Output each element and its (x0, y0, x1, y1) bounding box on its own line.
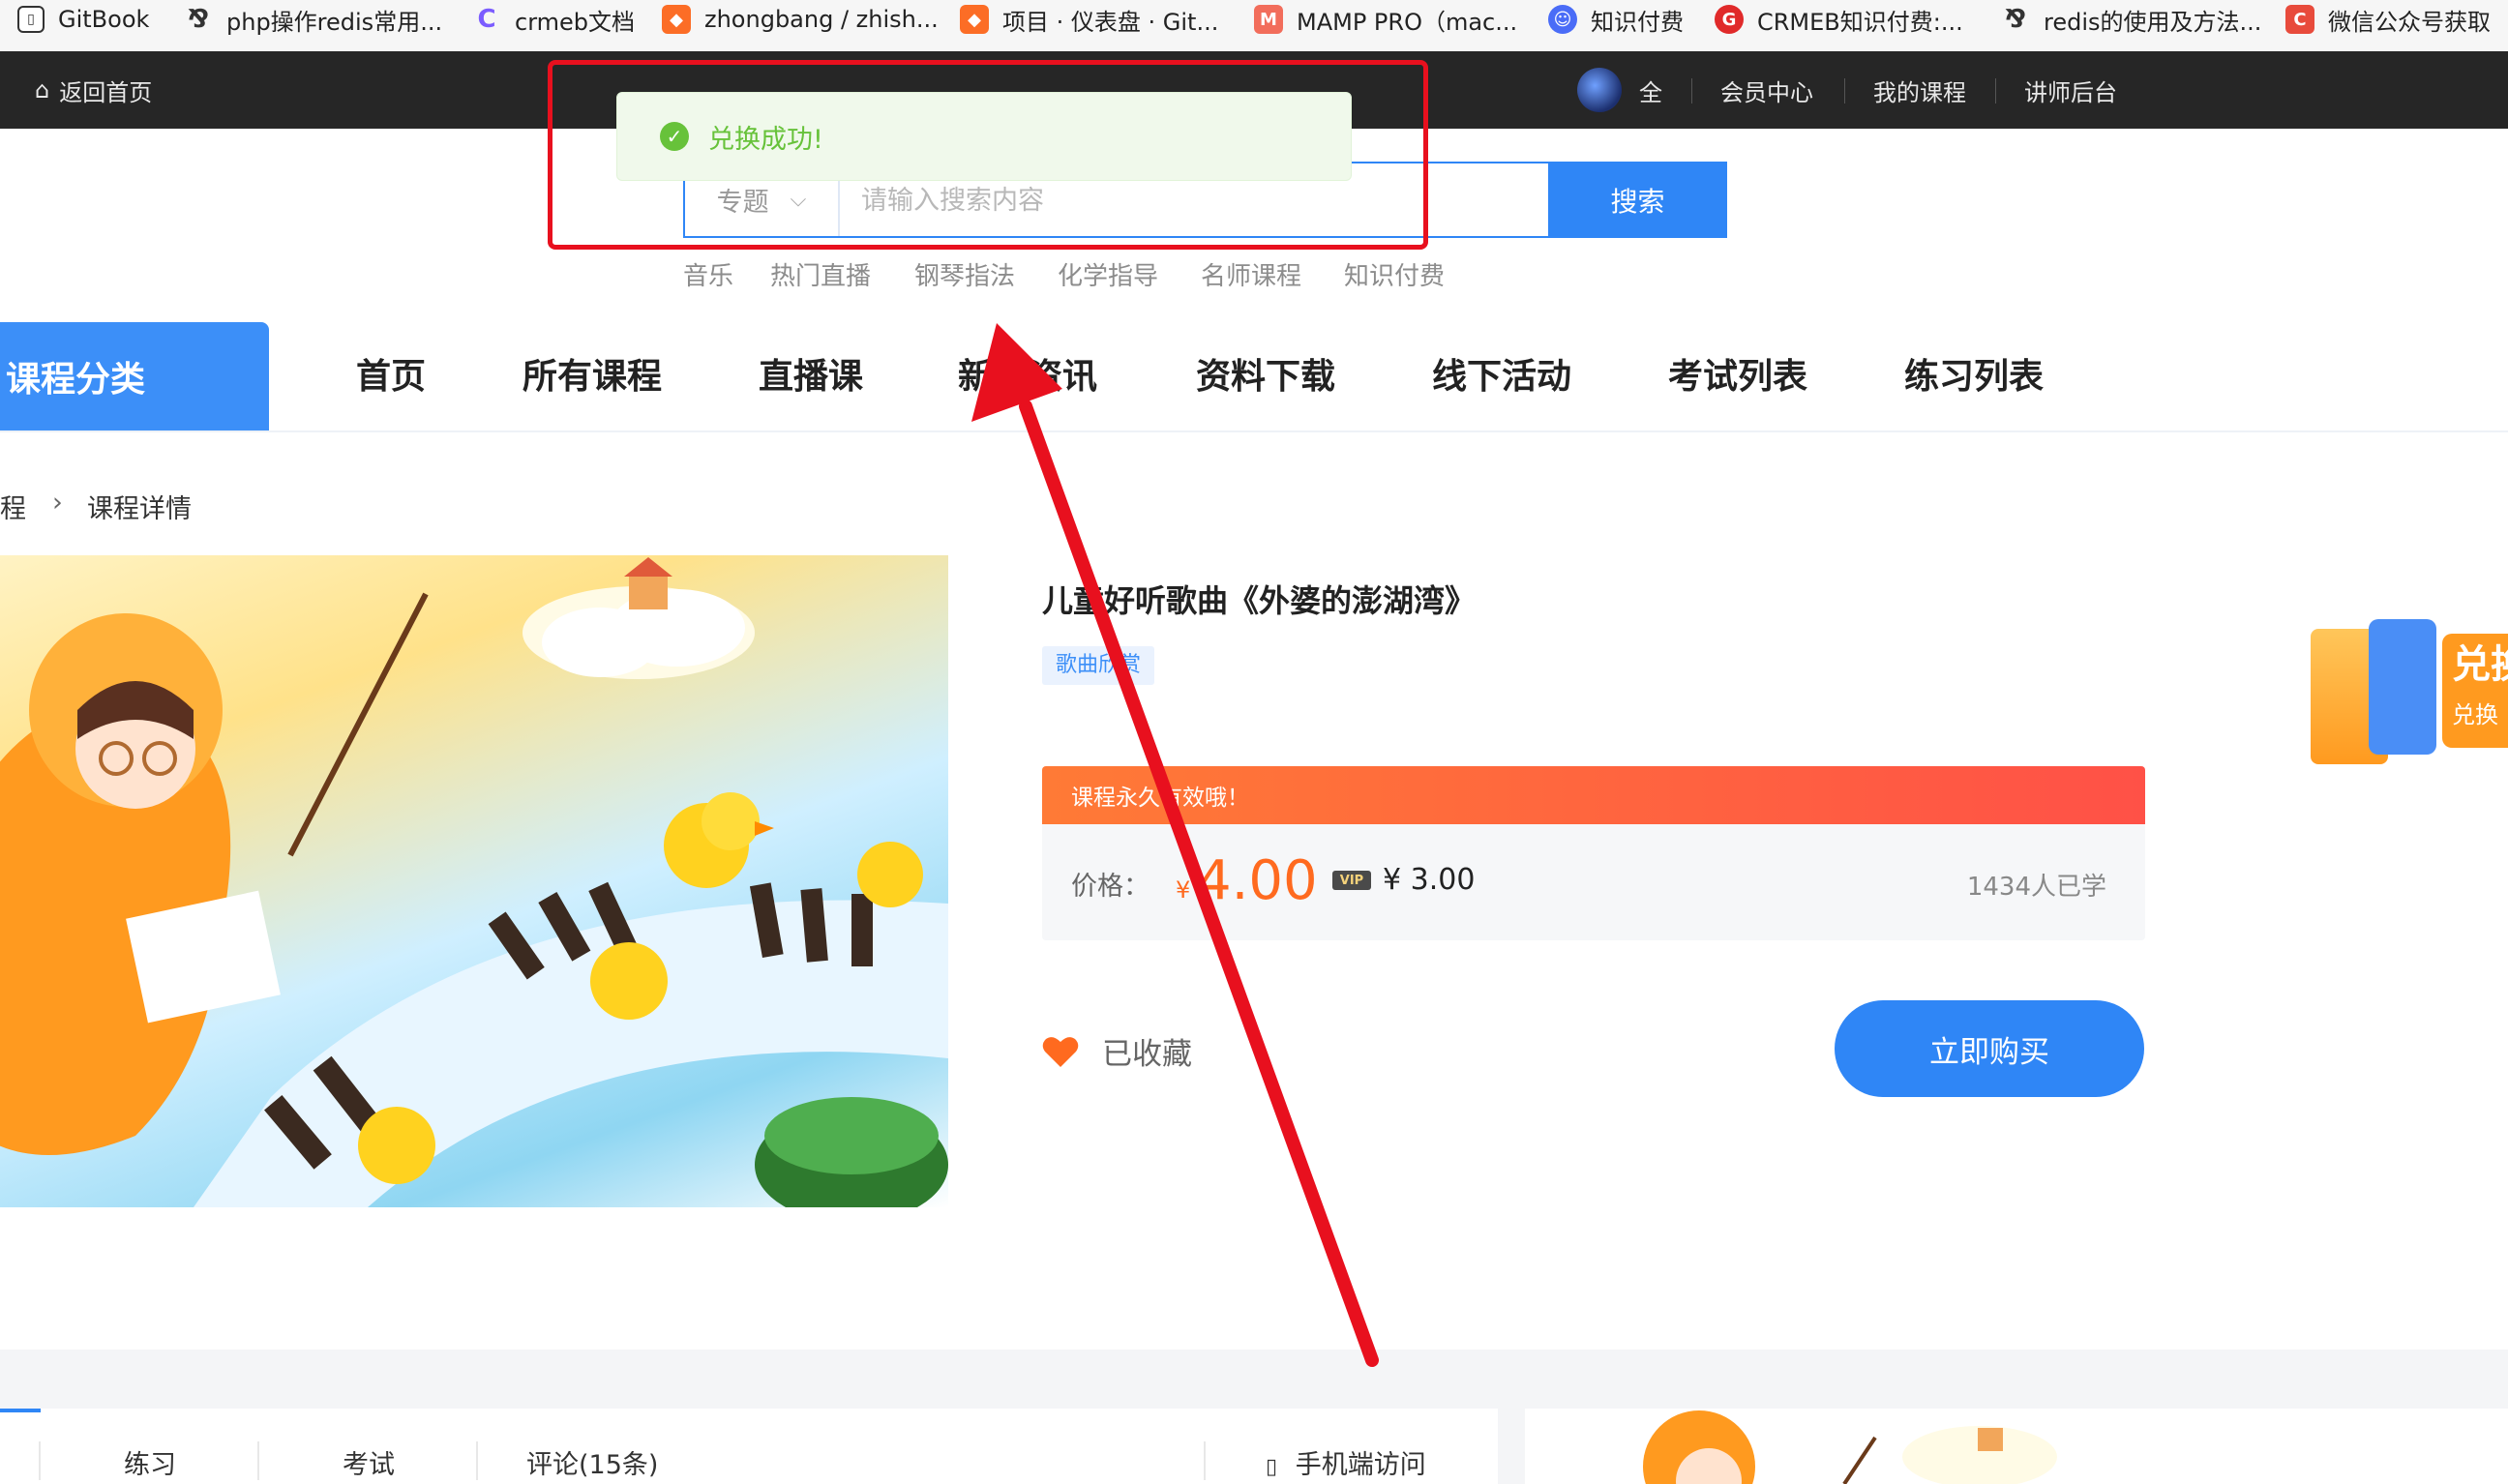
cover-illustration (0, 557, 948, 1207)
course-category-tab[interactable]: 课程分类 (0, 322, 269, 430)
tab-exam[interactable]: 考试 (343, 1443, 395, 1481)
nav-offline-events[interactable]: 线下活动 (1432, 348, 1571, 399)
bookmarks-bar: ▯ GitBook ⅋ php操作redis常用... C crmeb文档 ◆ … (0, 0, 2508, 52)
price-value: 4.00 (1197, 849, 1318, 912)
phone-icon (2369, 619, 2436, 755)
hot-word-famous-teacher[interactable]: 名师课程 (1201, 256, 1301, 292)
home-icon: ⌂ (35, 76, 50, 104)
avatar (1577, 68, 1622, 112)
nav-downloads[interactable]: 资料下载 (1196, 348, 1335, 399)
nav-exam-list[interactable]: 考试列表 (1668, 348, 1807, 399)
my-courses-link[interactable]: 我的课程 (1873, 51, 1966, 129)
bookmark-wechat[interactable]: C 微信公众号获取 (2285, 0, 2491, 39)
exchange-float-widget[interactable]: 兑换 兑换 (2311, 605, 2508, 764)
course-title: 儿童好听歌曲《外婆的澎湖湾》 (1042, 582, 1477, 619)
bookmark-crmeb-docs[interactable]: C crmeb文档 (472, 0, 635, 39)
breadcrumb-parent[interactable]: 课程 (0, 488, 26, 525)
bookmark-gitbook[interactable]: ▯ GitBook (17, 0, 149, 39)
nav-practice-list[interactable]: 练习列表 (1904, 348, 2044, 399)
nav-live[interactable]: 直播课 (759, 348, 863, 399)
bookmark-gitlab-dashboard[interactable]: ◆ 项目 · 仪表盘 · Git... (960, 0, 1218, 39)
hot-word-music[interactable]: 音乐 (683, 256, 733, 292)
breadcrumb-current: 课程详情 (87, 494, 192, 524)
search-button[interactable]: 搜索 (1548, 162, 1727, 238)
mobile-icon: ▯ (1266, 1455, 1278, 1479)
csdn-c-icon: C (2285, 5, 2314, 34)
nav-news[interactable]: 新闻资讯 (958, 348, 1097, 399)
course-cover-image (0, 555, 948, 1207)
annotation-highlight-box (548, 60, 1428, 250)
ghost-icon: ☺ (1548, 5, 1577, 34)
crmeb-icon: G (1715, 5, 1744, 34)
user-menu[interactable]: 全 (1577, 51, 1662, 129)
vip-price: ¥ 3.00 (1383, 863, 1476, 897)
crmeb-c-icon: C (477, 5, 496, 34)
yuque-icon: ⅋ (2004, 5, 2027, 34)
breadcrumb-separator-icon: › (52, 488, 63, 518)
related-course-thumbnail (1643, 1410, 2057, 1484)
teacher-backend-link[interactable]: 讲师后台 (2024, 51, 2117, 129)
bookmark-zhongbang[interactable]: ◆ zhongbang / zhish... (662, 0, 939, 39)
hot-word-piano[interactable]: 钢琴指法 (914, 256, 1015, 292)
gitlab-icon: ◆ (662, 5, 691, 34)
course-tag[interactable]: 歌曲欣赏 (1042, 646, 1155, 685)
related-course-card[interactable] (1525, 1409, 2508, 1484)
gitbook-icon: ▯ (17, 6, 45, 33)
bookmark-knowledge-pay[interactable]: ☺ 知识付费 (1548, 0, 1684, 39)
price-label: 价格： (1071, 872, 1150, 902)
tab-practice[interactable]: 练习 (124, 1443, 176, 1481)
yuque-icon: ⅋ (187, 5, 210, 34)
hot-word-chemistry[interactable]: 化学指导 (1058, 256, 1158, 292)
hot-word-knowledge-pay[interactable]: 知识付费 (1344, 256, 1445, 292)
heart-icon (1042, 1036, 1079, 1067)
learner-count: 1434人已学 (1966, 873, 2106, 902)
currency-symbol: ¥ (1176, 876, 1191, 904)
hot-word-live[interactable]: 热门直播 (770, 256, 871, 292)
bookmark-crmeb-knowledge[interactable]: G CRMEB知识付费:... (1715, 0, 1963, 39)
mamp-icon: M (1254, 5, 1283, 34)
promo-banner: 课程永久有效哦！ (1042, 766, 2145, 824)
tab-comments[interactable]: 评论(15条) (526, 1443, 658, 1481)
nav-divider (0, 430, 2508, 432)
favorite-toggle[interactable]: 已收藏 (1042, 1029, 1192, 1073)
price-panel: 价格： ¥ 4.00 VIP ¥ 3.00 1434人已学 (1042, 824, 2145, 940)
exchange-label: 兑换 兑换 (2442, 634, 2508, 748)
vip-icon: VIP (1332, 871, 1371, 890)
member-center-link[interactable]: 会员中心 (1720, 51, 1813, 129)
active-tab-indicator (0, 1409, 41, 1412)
mobile-access-link[interactable]: ▯ 手机端访问 (1266, 1443, 1426, 1481)
nav-all-courses[interactable]: 所有课程 (522, 348, 662, 399)
bookmark-php-redis[interactable]: ⅋ php操作redis常用... (184, 0, 442, 39)
back-home-link[interactable]: ⌂ 返回首页 (35, 51, 152, 129)
nav-home[interactable]: 首页 (356, 348, 426, 399)
bookmark-mamp[interactable]: M MAMP PRO（mac... (1254, 0, 1517, 39)
buy-now-button[interactable]: 立即购买 (1835, 1000, 2144, 1097)
bookmark-redis-usage[interactable]: ⅋ redis的使用及方法... (2001, 0, 2262, 39)
gitlab-icon: ◆ (960, 5, 989, 34)
